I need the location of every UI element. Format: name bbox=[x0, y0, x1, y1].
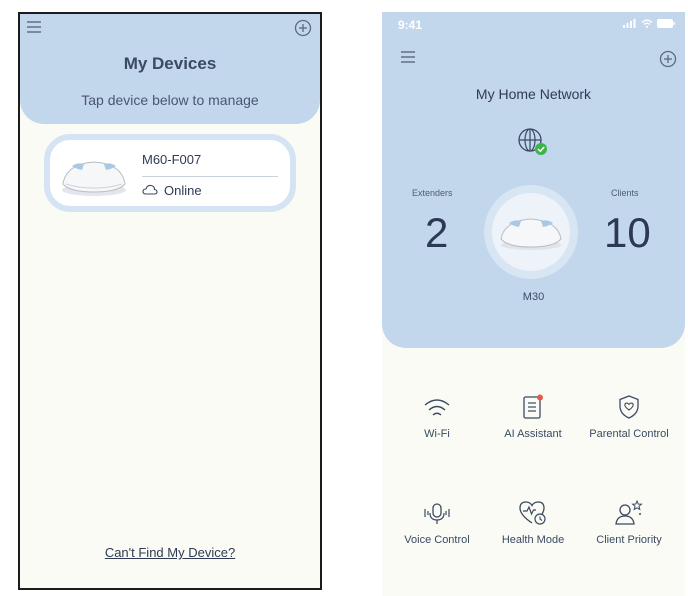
cloud-icon bbox=[142, 183, 158, 198]
client-priority-tile[interactable]: Client Priority bbox=[584, 494, 674, 547]
voice-control-icon bbox=[424, 503, 450, 524]
client-priority-icon bbox=[615, 500, 643, 525]
add-icon[interactable] bbox=[659, 50, 677, 68]
ai-assistant-icon bbox=[523, 394, 543, 419]
globe-connected-icon[interactable] bbox=[516, 126, 550, 163]
router-image-frame bbox=[492, 193, 570, 271]
client-priority-label: Client Priority bbox=[596, 534, 662, 546]
voice-control-label: Voice Control bbox=[404, 534, 470, 546]
wifi-label: Wi-Fi bbox=[424, 428, 450, 440]
status-icons bbox=[623, 19, 675, 28]
add-device-icon[interactable] bbox=[294, 19, 312, 37]
parental-control-label: Parental Control bbox=[589, 428, 669, 440]
wifi-icon bbox=[424, 399, 450, 416]
clients-label: Clients bbox=[611, 188, 639, 198]
extenders-count[interactable]: 2 bbox=[425, 212, 448, 254]
health-mode-tile[interactable]: Health Mode bbox=[488, 494, 578, 547]
device-divider bbox=[142, 176, 278, 177]
page-subtitle: Tap device below to manage bbox=[81, 92, 259, 108]
home-network-screen: 9:41 My Home Network Extenders 2 Clients… bbox=[382, 12, 685, 596]
wifi-status-icon bbox=[641, 19, 653, 28]
menu-icon[interactable] bbox=[400, 50, 416, 64]
status-text: Online bbox=[164, 183, 202, 198]
ai-assistant-label: AI Assistant bbox=[504, 428, 562, 440]
router-name: M30 bbox=[522, 291, 545, 303]
status-time: 9:41 bbox=[398, 18, 423, 32]
menu-icon[interactable] bbox=[26, 20, 42, 34]
my-devices-screen: My Devices Tap device below to manage M6… bbox=[18, 12, 322, 590]
health-mode-icon bbox=[519, 501, 546, 525]
router-button[interactable] bbox=[484, 185, 578, 279]
signal-icon bbox=[623, 19, 636, 28]
clients-count[interactable]: 10 bbox=[604, 212, 651, 254]
health-mode-label: Health Mode bbox=[501, 534, 565, 546]
parental-control-tile[interactable]: Parental Control bbox=[584, 388, 674, 441]
battery-icon bbox=[657, 19, 675, 28]
device-card[interactable]: M60-F007 Online bbox=[44, 134, 296, 212]
router-image bbox=[58, 150, 130, 205]
status-bar: 9:41 bbox=[382, 12, 685, 36]
device-status: Online bbox=[142, 183, 202, 198]
page-title: My Devices bbox=[123, 54, 217, 73]
network-title: My Home Network bbox=[475, 86, 592, 102]
voice-control-tile[interactable]: Voice Control bbox=[392, 494, 482, 547]
parental-control-icon bbox=[619, 395, 639, 419]
wifi-tile[interactable]: Wi-Fi bbox=[392, 388, 482, 441]
device-name: M60-F007 bbox=[142, 152, 202, 167]
ai-assistant-tile[interactable]: AI Assistant bbox=[488, 388, 578, 441]
extenders-label: Extenders bbox=[412, 188, 453, 198]
cant-find-device-link[interactable]: Can't Find My Device? bbox=[20, 545, 320, 560]
router-image bbox=[500, 218, 562, 250]
